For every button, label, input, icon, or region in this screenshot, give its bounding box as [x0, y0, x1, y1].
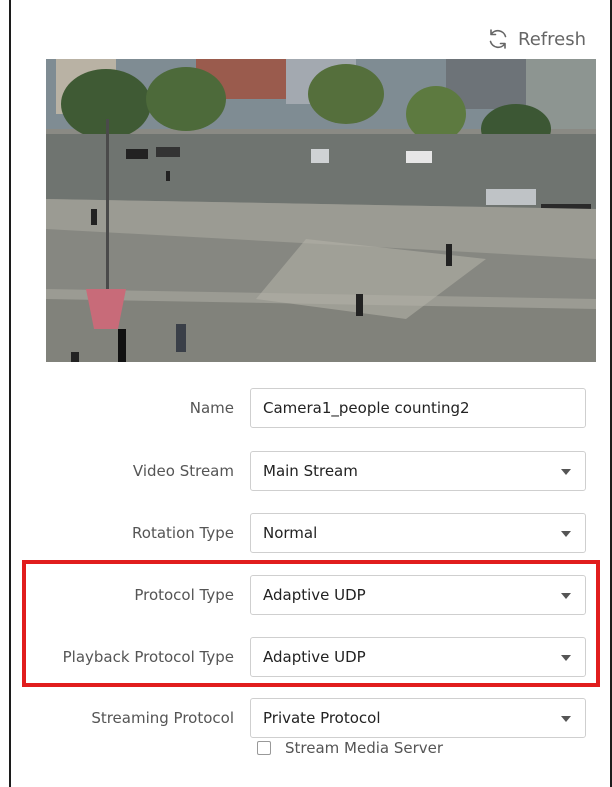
chevron-down-icon — [561, 655, 571, 661]
protocol-type-label: Protocol Type — [134, 586, 234, 604]
refresh-button[interactable]: Refresh — [486, 26, 586, 52]
playback-protocol-type-row: Playback Protocol Type Adaptive UDP — [0, 637, 612, 677]
refresh-label: Refresh — [518, 28, 586, 50]
stream-media-server-option[interactable]: Stream Media Server — [257, 736, 443, 760]
refresh-icon — [486, 27, 510, 51]
streaming-protocol-value: Private Protocol — [263, 709, 381, 727]
name-row: Name Camera1_people counting2 — [0, 388, 612, 428]
video-stream-label: Video Stream — [132, 462, 234, 480]
protocol-type-select[interactable]: Adaptive UDP — [250, 575, 586, 615]
protocol-type-row: Protocol Type Adaptive UDP — [0, 575, 612, 615]
stream-media-server-label: Stream Media Server — [285, 739, 444, 757]
camera-preview — [46, 59, 596, 362]
video-stream-select[interactable]: Main Stream — [250, 451, 586, 491]
playback-protocol-type-label: Playback Protocol Type — [62, 648, 234, 666]
streaming-protocol-row: Streaming Protocol Private Protocol — [0, 698, 612, 738]
rotation-type-row: Rotation Type Normal — [0, 513, 612, 553]
rotation-type-label: Rotation Type — [132, 524, 234, 542]
rotation-type-value: Normal — [263, 524, 318, 542]
chevron-down-icon — [561, 469, 571, 475]
streaming-protocol-select[interactable]: Private Protocol — [250, 698, 586, 738]
protocol-type-value: Adaptive UDP — [263, 586, 366, 604]
playback-protocol-type-value: Adaptive UDP — [263, 648, 366, 666]
video-stream-value: Main Stream — [263, 462, 358, 480]
chevron-down-icon — [561, 716, 571, 722]
rotation-type-select[interactable]: Normal — [250, 513, 586, 553]
chevron-down-icon — [561, 531, 571, 537]
streaming-protocol-label: Streaming Protocol — [91, 709, 234, 727]
name-input[interactable]: Camera1_people counting2 — [250, 388, 586, 428]
stream-media-server-checkbox[interactable] — [257, 741, 271, 755]
chevron-down-icon — [561, 593, 571, 599]
video-stream-row: Video Stream Main Stream — [0, 451, 612, 491]
name-label: Name — [189, 399, 234, 417]
playback-protocol-type-select[interactable]: Adaptive UDP — [250, 637, 586, 677]
